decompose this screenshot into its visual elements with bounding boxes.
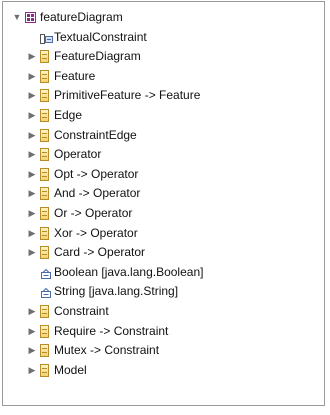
class-icon bbox=[40, 206, 49, 220]
tree-node-constraint[interactable]: ▶ Constraint bbox=[3, 302, 324, 322]
expand-toggle-icon[interactable]: ▶ bbox=[26, 47, 38, 67]
class-icon bbox=[40, 324, 49, 338]
class-icon bbox=[40, 89, 49, 103]
expand-toggle-icon[interactable]: ▶ bbox=[26, 126, 38, 146]
expand-toggle-icon[interactable]: ▶ bbox=[26, 106, 38, 126]
tree-node-label: Xor -> Operator bbox=[54, 225, 138, 240]
tree-node-label: And -> Operator bbox=[54, 186, 141, 201]
tree-node-label: Mutex -> Constraint bbox=[54, 343, 160, 358]
tree-node-and[interactable]: ▶ And -> Operator bbox=[3, 184, 324, 204]
expand-toggle-icon[interactable]: ▶ bbox=[26, 165, 38, 185]
tree-node-textual-constraint[interactable]: TextualConstraint bbox=[3, 28, 324, 48]
tree-node-label: featureDiagram bbox=[40, 10, 123, 24]
expand-toggle-icon[interactable]: ▶ bbox=[26, 67, 38, 87]
tree-node-boolean[interactable]: Boolean [java.lang.Boolean] bbox=[3, 263, 324, 283]
tree-node-feature-diagram[interactable]: ▶ FeatureDiagram bbox=[3, 47, 324, 67]
tree-node-label: Edge bbox=[54, 107, 83, 122]
tree-node-opt[interactable]: ▶ Opt -> Operator bbox=[3, 165, 324, 185]
class-icon bbox=[40, 167, 49, 181]
expand-toggle-icon[interactable]: ▶ bbox=[26, 341, 38, 361]
tree-node-label: ConstraintEdge bbox=[54, 127, 137, 142]
tree-node-mutex[interactable]: ▶ Mutex -> Constraint bbox=[3, 341, 324, 361]
tree-node-card[interactable]: ▶ Card -> Operator bbox=[3, 243, 324, 263]
class-icon bbox=[40, 363, 49, 377]
annotation-icon bbox=[40, 32, 53, 44]
expand-toggle-icon[interactable]: ▶ bbox=[26, 302, 38, 322]
tree-node-label: PrimitiveFeature -> Feature bbox=[54, 88, 201, 103]
tree-node-operator[interactable]: ▶ Operator bbox=[3, 145, 324, 165]
tree-node-label: TextualConstraint bbox=[54, 29, 147, 44]
expand-toggle-icon[interactable]: ▶ bbox=[26, 361, 38, 381]
class-icon bbox=[40, 226, 49, 240]
tree-node-label: Card -> Operator bbox=[54, 245, 146, 260]
tree-node-label: Model bbox=[54, 362, 87, 377]
class-icon bbox=[40, 148, 49, 162]
class-icon bbox=[40, 304, 49, 318]
datatype-icon bbox=[40, 267, 52, 279]
tree-node-string[interactable]: String [java.lang.String] bbox=[3, 282, 324, 302]
expand-toggle-icon[interactable]: ▶ bbox=[26, 86, 38, 106]
class-icon bbox=[40, 187, 49, 201]
model-tree: ▼ featureDiagram TextualConstraint ▶ Fea… bbox=[3, 2, 324, 380]
tree-node-featureDiagram[interactable]: ▼ featureDiagram bbox=[3, 8, 324, 28]
class-icon bbox=[40, 246, 49, 260]
expand-toggle-icon[interactable]: ▶ bbox=[26, 322, 38, 342]
class-icon bbox=[40, 69, 49, 83]
tree-node-model[interactable]: ▶ Model bbox=[3, 361, 324, 381]
tree-node-edge[interactable]: ▶ Edge bbox=[3, 106, 324, 126]
class-icon bbox=[40, 108, 49, 122]
datatype-icon bbox=[40, 286, 52, 299]
tree-node-label: Constraint bbox=[54, 303, 109, 318]
model-tree-panel: ▼ featureDiagram TextualConstraint ▶ Fea… bbox=[2, 1, 325, 406]
tree-node-label: Opt -> Operator bbox=[54, 166, 139, 181]
tree-node-label: Require -> Constraint bbox=[54, 323, 169, 338]
tree-node-or[interactable]: ▶ Or -> Operator bbox=[3, 204, 324, 224]
tree-node-label: Or -> Operator bbox=[54, 205, 133, 220]
tree-node-label: Operator bbox=[54, 147, 102, 162]
expand-toggle-icon[interactable]: ▶ bbox=[26, 243, 38, 263]
tree-node-primitive-feature[interactable]: ▶ PrimitiveFeature -> Feature bbox=[3, 86, 324, 106]
expand-toggle-icon[interactable]: ▶ bbox=[26, 184, 38, 204]
expand-toggle-icon[interactable]: ▶ bbox=[26, 224, 38, 244]
class-icon bbox=[40, 344, 49, 358]
class-icon bbox=[40, 128, 49, 142]
expand-toggle-icon[interactable]: ▶ bbox=[26, 145, 38, 165]
tree-node-label: String [java.lang.String] bbox=[54, 284, 179, 299]
tree-node-xor[interactable]: ▶ Xor -> Operator bbox=[3, 224, 324, 244]
class-icon bbox=[40, 50, 49, 64]
package-icon bbox=[25, 12, 36, 23]
expand-toggle-icon[interactable]: ▼ bbox=[11, 8, 23, 28]
tree-node-feature[interactable]: ▶ Feature bbox=[3, 67, 324, 87]
tree-node-label: FeatureDiagram bbox=[54, 49, 141, 64]
tree-node-constraint-edge[interactable]: ▶ ConstraintEdge bbox=[3, 126, 324, 146]
tree-node-label: Feature bbox=[54, 68, 96, 83]
tree-node-require[interactable]: ▶ Require -> Constraint bbox=[3, 322, 324, 342]
expand-toggle-icon[interactable]: ▶ bbox=[26, 204, 38, 224]
tree-node-label: Boolean [java.lang.Boolean] bbox=[54, 264, 204, 279]
